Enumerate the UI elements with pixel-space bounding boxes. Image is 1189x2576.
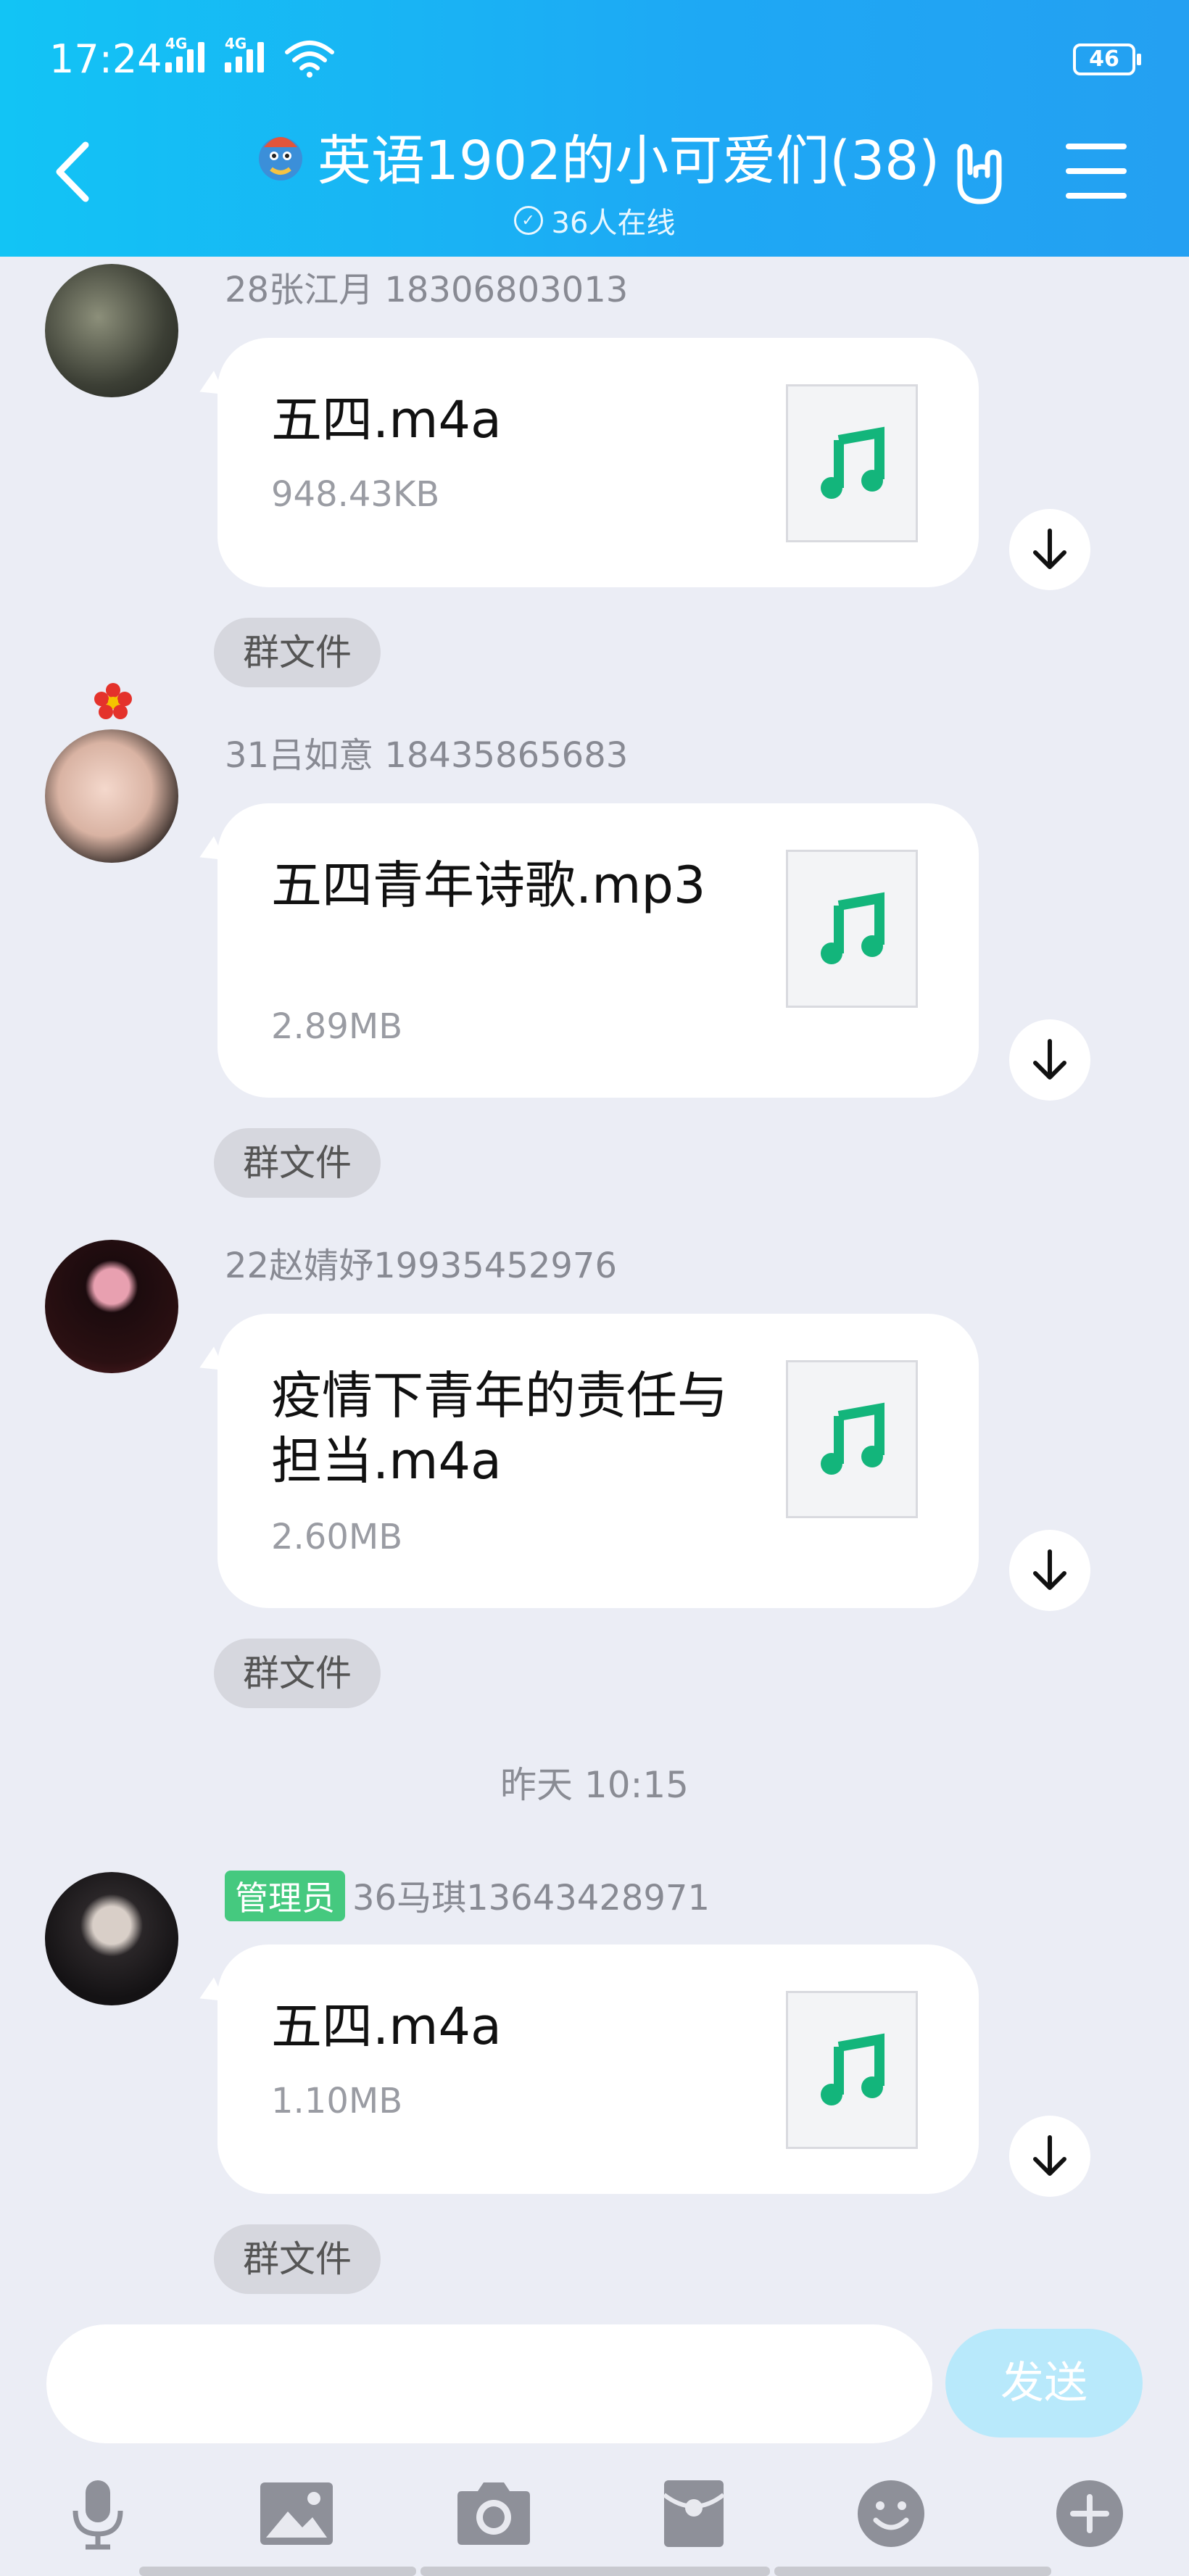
nav-indicator bbox=[774, 2567, 1051, 2576]
signal-icon-1: 4G bbox=[165, 35, 204, 73]
file-message-bubble[interactable]: 五四.m4a 948.43KB bbox=[218, 338, 979, 587]
camera-icon[interactable] bbox=[454, 2474, 534, 2554]
sender-name: 28张江月 18306803013 bbox=[225, 270, 629, 310]
check-circle-icon: ✓ bbox=[513, 206, 543, 235]
chat-header: 17:24 4G 4G 46 英语1902的小可爱们(38) ✓ 36人在线 bbox=[0, 0, 1189, 257]
avatar[interactable] bbox=[45, 1872, 178, 2005]
music-file-icon bbox=[786, 384, 918, 542]
input-toolbar bbox=[0, 2465, 1189, 2576]
sender-name: 31吕如意 18435865683 bbox=[225, 735, 629, 776]
avatar[interactable] bbox=[45, 264, 178, 397]
download-arrow-icon bbox=[1033, 1039, 1066, 1080]
file-name: 五四青年诗歌.mp3 bbox=[271, 856, 706, 915]
file-name: 疫情下青年的责任与担当.m4a bbox=[271, 1366, 728, 1491]
menu-icon[interactable] bbox=[1066, 144, 1127, 199]
download-arrow-icon bbox=[1033, 1549, 1066, 1590]
download-arrow-icon bbox=[1033, 529, 1066, 569]
file-size: 1.10MB bbox=[271, 2081, 403, 2121]
file-message-bubble[interactable]: 疫情下青年的责任与担当.m4a 2.60MB bbox=[218, 1314, 979, 1608]
chat-title: 英语1902的小可爱们(38) bbox=[317, 130, 940, 192]
message-timestamp: 昨天 10:15 bbox=[500, 1764, 689, 1806]
online-count: 36人在线 bbox=[551, 207, 676, 240]
send-button[interactable]: 发送 bbox=[945, 2329, 1143, 2438]
red-packet-icon[interactable] bbox=[654, 2474, 734, 2554]
online-status: ✓ 36人在线 bbox=[513, 199, 676, 241]
nav-indicator bbox=[420, 2567, 770, 2576]
image-icon[interactable] bbox=[257, 2474, 336, 2554]
plus-icon[interactable] bbox=[1050, 2474, 1130, 2554]
group-file-tag[interactable]: 群文件 bbox=[214, 2224, 381, 2294]
flower-decoration-icon bbox=[94, 683, 132, 719]
emoji-icon[interactable] bbox=[851, 2474, 931, 2554]
microphone-icon[interactable] bbox=[58, 2474, 138, 2554]
download-button[interactable] bbox=[1009, 2116, 1090, 2197]
nav-indicator bbox=[139, 2567, 416, 2576]
wifi-icon bbox=[285, 41, 334, 78]
download-button[interactable] bbox=[1009, 1530, 1090, 1611]
music-file-icon bbox=[786, 1360, 918, 1518]
group-file-tag[interactable]: 群文件 bbox=[214, 618, 381, 687]
sender-name: 管理员 36马琪13643428971 bbox=[225, 1869, 710, 1921]
file-message-bubble[interactable]: 五四青年诗歌.mp3 2.89MB bbox=[218, 803, 979, 1098]
music-file-icon bbox=[786, 1991, 918, 2149]
avatar[interactable] bbox=[45, 729, 178, 863]
admin-badge: 管理员 bbox=[225, 1871, 345, 1921]
file-name: 五四.m4a bbox=[271, 1997, 502, 2056]
sender-name: 22赵婧妤19935452976 bbox=[225, 1246, 618, 1286]
status-time: 17:24 bbox=[49, 36, 162, 82]
avatar[interactable] bbox=[45, 1240, 178, 1373]
file-size: 2.60MB bbox=[271, 1517, 403, 1557]
file-size: 948.43KB bbox=[271, 474, 440, 515]
battery-indicator: 46 bbox=[1073, 44, 1141, 75]
signal-icon-2: 4G bbox=[225, 35, 264, 73]
message-input[interactable] bbox=[46, 2324, 932, 2443]
rock-hand-icon[interactable] bbox=[944, 139, 1014, 209]
group-file-tag[interactable]: 群文件 bbox=[214, 1128, 381, 1198]
sender-name-text: 36马琪13643428971 bbox=[352, 1878, 710, 1918]
file-name: 五四.m4a bbox=[271, 390, 502, 450]
download-button[interactable] bbox=[1009, 1019, 1090, 1101]
group-file-tag[interactable]: 群文件 bbox=[214, 1639, 381, 1708]
music-file-icon bbox=[786, 850, 918, 1008]
file-size: 2.89MB bbox=[271, 1006, 403, 1047]
file-message-bubble[interactable]: 五四.m4a 1.10MB bbox=[218, 1945, 979, 2194]
download-button[interactable] bbox=[1009, 509, 1090, 590]
dragon-avatar-icon bbox=[258, 136, 302, 181]
download-arrow-icon bbox=[1033, 2135, 1066, 2176]
